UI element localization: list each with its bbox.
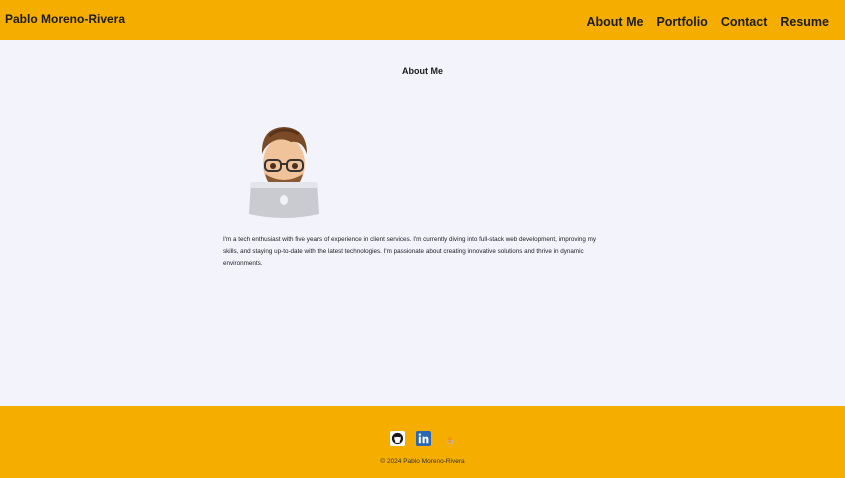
linkedin-link[interactable] bbox=[416, 431, 431, 446]
nav-resume[interactable]: Resume bbox=[780, 15, 829, 29]
nav-about-me[interactable]: About Me bbox=[587, 15, 644, 29]
top-navbar: Pablo Moreno-Rivera About Me Portfolio C… bbox=[0, 0, 845, 40]
nav-portfolio[interactable]: Portfolio bbox=[656, 15, 707, 29]
github-link[interactable] bbox=[390, 431, 405, 446]
memoji-avatar bbox=[249, 127, 319, 218]
github-icon bbox=[390, 431, 405, 446]
brand-name-link[interactable]: Pablo Moreno-Rivera bbox=[5, 12, 125, 26]
copyright-text: © 2024 Pablo Moreno-Rivera bbox=[380, 458, 465, 465]
about-section-title: About Me bbox=[402, 66, 443, 76]
social-links bbox=[390, 431, 457, 446]
about-bio-text: I'm a tech enthusiast with five years of… bbox=[223, 236, 597, 268]
stackoverflow-icon bbox=[446, 437, 453, 444]
stackoverflow-link[interactable] bbox=[442, 431, 457, 445]
nav-contact[interactable]: Contact bbox=[721, 15, 768, 29]
main-nav: About Me Portfolio Contact Resume bbox=[587, 15, 830, 29]
linkedin-icon bbox=[416, 431, 431, 446]
